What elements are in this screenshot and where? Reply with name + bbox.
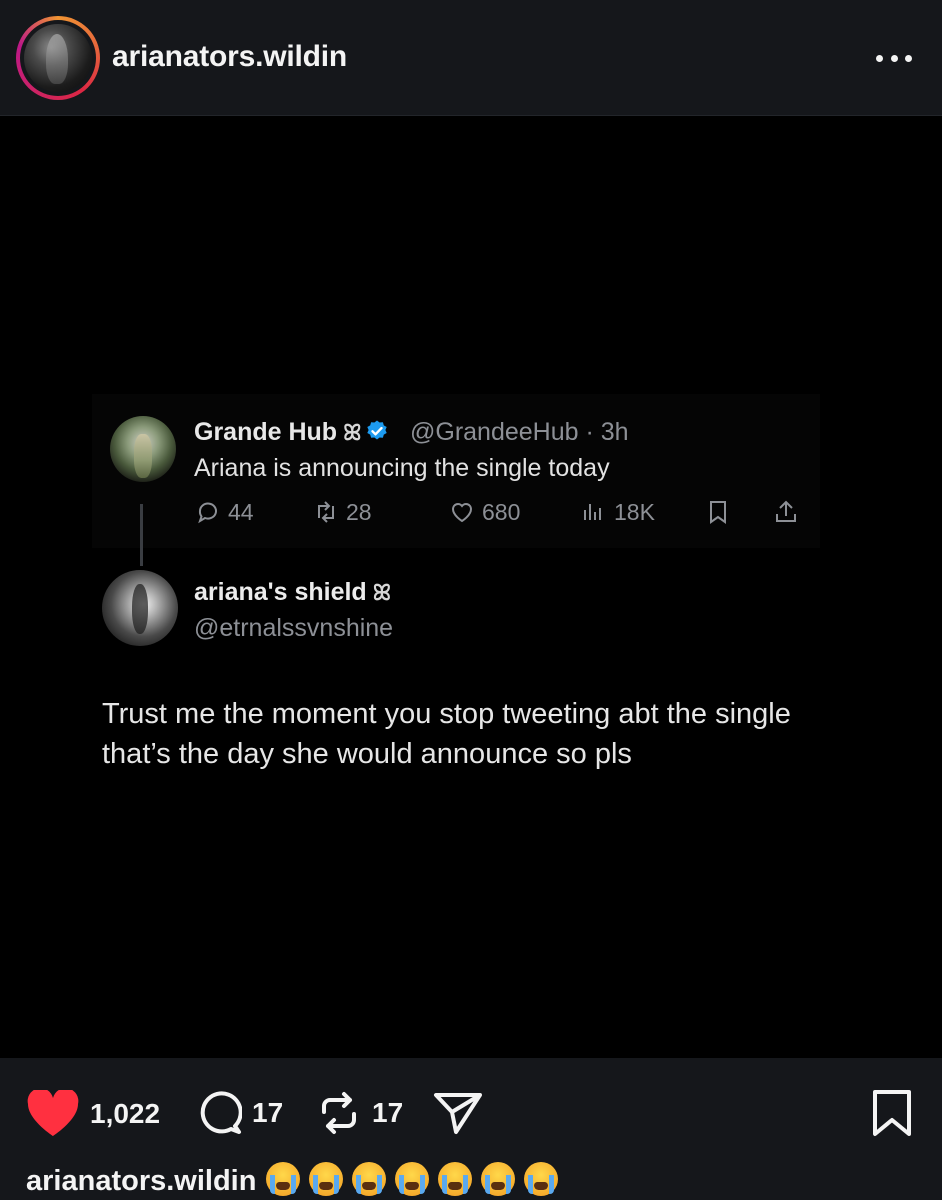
reply-tweet-handle: @etrnalssvnshine (194, 614, 394, 642)
loudly-crying-face-icon (524, 1162, 559, 1196)
bookmark-icon (710, 501, 726, 524)
clover-badge-icon: ꕤ (343, 420, 362, 445)
loudly-crying-face-icon (438, 1162, 473, 1196)
avatar-image (24, 24, 92, 92)
quoted-tweet-name: Grande Hub ꕤ (194, 418, 389, 447)
views-count: 18K (614, 498, 655, 525)
reply-icon (198, 502, 217, 524)
repost-icon (322, 1092, 356, 1134)
like-count: 680 (482, 498, 521, 525)
quoted-tweet-text: Ariana is announcing the single today (194, 454, 610, 482)
caption-username[interactable]: arianators.wildin (26, 1165, 256, 1197)
post-media[interactable]: Grande Hub ꕤ @GrandeeHub · 3h Ariana is a… (0, 116, 942, 1058)
quoted-tweet-handle: @GrandeeHub · 3h (410, 418, 629, 446)
loudly-crying-face-icon (352, 1162, 387, 1196)
like-icon (451, 503, 473, 523)
loudly-crying-face-icon (481, 1162, 516, 1196)
comment-button[interactable]: 17 (196, 1090, 283, 1136)
retweet-action[interactable]: 28 (312, 498, 372, 526)
loudly-crying-face-icon (395, 1162, 430, 1196)
post-actions-bar: 1,022 17 17 arianators.wildin (0, 1058, 942, 1200)
quoted-tweet: Grande Hub ꕤ @GrandeeHub · 3h Ariana is a… (92, 394, 820, 548)
heart-filled-icon (27, 1090, 79, 1136)
quoted-tweet-avatar (110, 416, 176, 482)
retweet-count: 28 (346, 498, 372, 525)
more-options-icon[interactable] (872, 44, 916, 72)
repost-button[interactable]: 17 (316, 1090, 403, 1136)
profile-avatar[interactable] (16, 16, 100, 100)
reply-tweet-name: ariana's shield ꕤ (194, 578, 392, 606)
comment-icon (200, 1091, 242, 1134)
views-action[interactable]: 18K (580, 498, 655, 526)
share-icon (776, 500, 796, 522)
bookmark-icon (873, 1090, 911, 1136)
reply-tweet-avatar (102, 570, 178, 646)
verified-badge-icon (367, 420, 388, 440)
reply-action[interactable]: 44 (194, 498, 254, 526)
retweet-icon (318, 501, 334, 523)
post-caption: arianators.wildin (26, 1162, 567, 1198)
loudly-crying-face-icon (266, 1162, 301, 1196)
caption-emojis (266, 1162, 567, 1198)
like-count: 1,022 (90, 1098, 161, 1129)
like-button[interactable]: 1,022 (26, 1090, 160, 1138)
post-username[interactable]: arianators.wildin (112, 40, 347, 74)
share-button[interactable] (432, 1090, 484, 1136)
bookmark-action[interactable] (704, 498, 732, 526)
save-button[interactable] (870, 1088, 914, 1143)
quoted-tweet-actions: 44 28 680 18K (194, 498, 804, 528)
thread-connector (140, 504, 143, 566)
views-icon (584, 504, 601, 520)
send-icon (434, 1093, 482, 1134)
share-action[interactable] (772, 498, 800, 526)
reply-tweet-text: Trust me the moment you stop tweeting ab… (102, 698, 791, 770)
repost-count: 17 (372, 1097, 404, 1128)
loudly-crying-face-icon (309, 1162, 344, 1196)
comment-count: 17 (252, 1097, 284, 1128)
like-action[interactable]: 680 (448, 498, 520, 526)
post-header: arianators.wildin (0, 0, 942, 116)
clover-badge-icon: ꕤ (372, 580, 392, 605)
reply-count: 44 (228, 498, 254, 525)
